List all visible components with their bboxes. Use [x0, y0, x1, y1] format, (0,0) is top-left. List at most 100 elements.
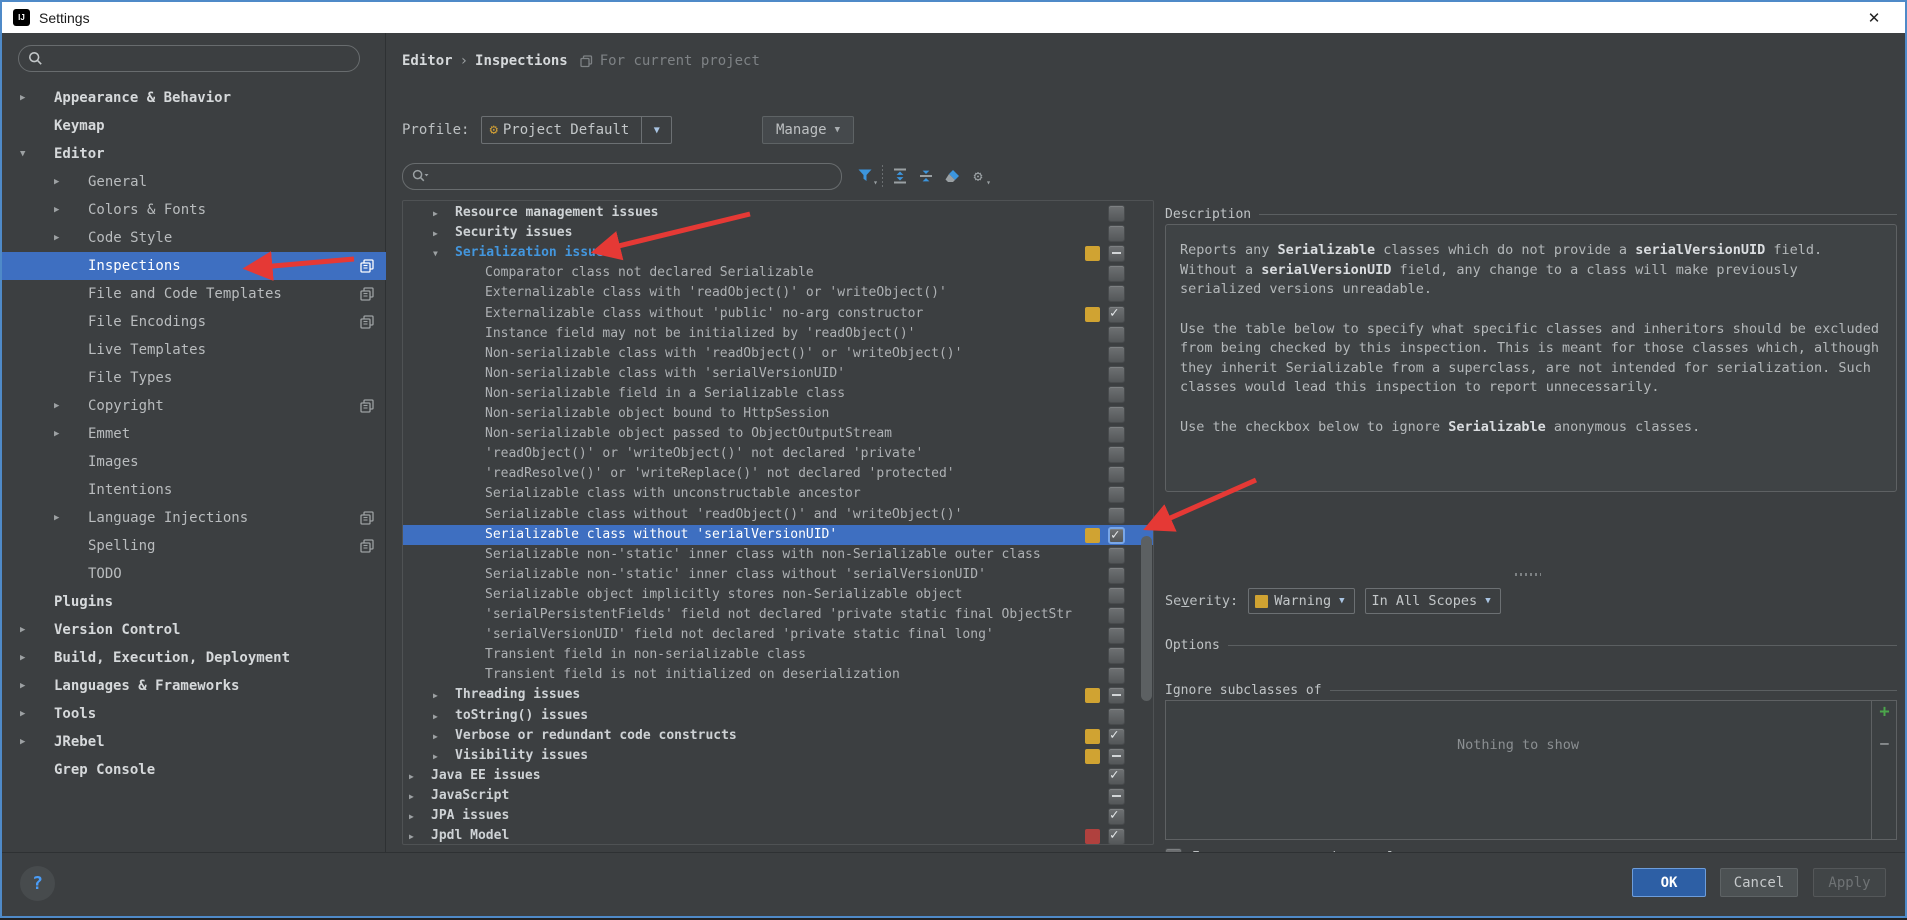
inspection-checkbox[interactable]: ✓ [1108, 306, 1125, 323]
gear-icon[interactable]: ⚙ ▾ [965, 164, 991, 188]
inspection-row-non-serializable-object-passed-to-objectoutputst[interactable]: Non-serializable object passed to Object… [403, 424, 1154, 444]
inspection-row-serializable-non-static-inner-class-with-non-ser[interactable]: Serializable non-'static' inner class wi… [403, 545, 1154, 565]
inspection-checkbox[interactable] [1108, 285, 1125, 302]
inspection-checkbox[interactable] [1108, 687, 1125, 704]
inspection-checkbox[interactable] [1108, 788, 1125, 805]
inspection-row-jpdl-model[interactable]: ▶Jpdl Model✓ [403, 826, 1154, 845]
remove-icon[interactable]: − [1876, 737, 1893, 754]
inspection-row-readresolve-or-writereplace-not-declared-protect[interactable]: 'readResolve()' or 'writeReplace()' not … [403, 464, 1154, 484]
inspection-row-java-ee-issues[interactable]: ▶Java EE issues✓ [403, 766, 1154, 786]
chevron-collapsed-icon[interactable]: ▶ [433, 691, 438, 700]
inspection-checkbox[interactable]: ✓ [1108, 527, 1125, 544]
chevron-collapsed-icon[interactable]: ▶ [20, 625, 25, 635]
close-icon[interactable]: ✕ [1857, 2, 1891, 33]
sidebar-item-plugins[interactable]: Plugins [2, 588, 386, 616]
inspection-checkbox[interactable]: ✓ [1108, 808, 1125, 825]
sidebar-item-language-injections[interactable]: ▶Language Injections [2, 504, 386, 532]
inspection-checkbox[interactable] [1108, 265, 1125, 282]
help-icon[interactable]: ? [20, 866, 55, 901]
sidebar-item-appearance-behavior[interactable]: ▶Appearance & Behavior [2, 84, 386, 112]
chevron-collapsed-icon[interactable]: ▶ [20, 93, 25, 103]
chevron-expanded-icon[interactable]: ▼ [433, 249, 438, 258]
inspection-checkbox[interactable]: ✓ [1108, 728, 1125, 745]
inspection-checkbox[interactable] [1108, 346, 1125, 363]
sidebar-item-emmet[interactable]: ▶Emmet [2, 420, 386, 448]
sidebar-item-inspections[interactable]: Inspections [2, 252, 386, 280]
tree-scrollbar[interactable] [1140, 201, 1153, 844]
inspection-row-externalizable-class-without-public-no-arg-const[interactable]: Externalizable class without 'public' no… [403, 304, 1154, 324]
chevron-collapsed-icon[interactable]: ▶ [433, 209, 438, 218]
inspection-checkbox[interactable] [1108, 486, 1125, 503]
tree-scrollbar-thumb[interactable] [1141, 536, 1152, 701]
chevron-collapsed-icon[interactable]: ▶ [54, 429, 59, 439]
inspection-row-visibility-issues[interactable]: ▶Visibility issues [403, 746, 1154, 766]
inspection-checkbox[interactable] [1108, 507, 1125, 524]
inspection-checkbox[interactable] [1108, 647, 1125, 664]
inspection-checkbox[interactable] [1108, 326, 1125, 343]
chevron-collapsed-icon[interactable]: ▶ [433, 712, 438, 721]
chevron-collapsed-icon[interactable]: ▶ [409, 812, 414, 821]
inspection-checkbox[interactable] [1108, 748, 1125, 765]
chevron-collapsed-icon[interactable]: ▶ [433, 229, 438, 238]
inspection-checkbox[interactable] [1108, 567, 1125, 584]
sidebar-item-colors-fonts[interactable]: ▶Colors & Fonts [2, 196, 386, 224]
ignore-subclasses-list[interactable]: Nothing to show + − [1165, 700, 1897, 840]
sidebar-item-images[interactable]: Images [2, 448, 386, 476]
inspection-row-serialization-issues[interactable]: ▼Serialization issues [403, 243, 1154, 263]
sidebar-item-tools[interactable]: ▶Tools [2, 700, 386, 728]
inspection-row-resource-management-issues[interactable]: ▶Resource management issues [403, 203, 1154, 223]
chevron-expanded-icon[interactable]: ▼ [20, 149, 25, 159]
sidebar-item-live-templates[interactable]: Live Templates [2, 336, 386, 364]
inspection-checkbox[interactable] [1108, 386, 1125, 403]
filter-funnel-icon[interactable]: ▾ [852, 164, 878, 188]
sidebar-search-input[interactable] [18, 45, 360, 72]
inspection-row-comparator-class-not-declared-serializable[interactable]: Comparator class not declared Serializab… [403, 263, 1154, 283]
inspection-row-jpa-issues[interactable]: ▶JPA issues✓ [403, 806, 1154, 826]
chevron-collapsed-icon[interactable]: ▶ [20, 737, 25, 747]
inspection-row-instance-field-may-not-be-initialized-by-readobj[interactable]: Instance field may not be initialized by… [403, 324, 1154, 344]
inspection-checkbox[interactable] [1108, 366, 1125, 383]
chevron-down-icon[interactable]: ▼ [641, 117, 671, 143]
inspection-checkbox[interactable] [1108, 205, 1125, 222]
inspection-row-externalizable-class-with-readobject-or-writeobj[interactable]: Externalizable class with 'readObject()'… [403, 283, 1154, 303]
chevron-collapsed-icon[interactable]: ▶ [433, 752, 438, 761]
reset-eraser-icon[interactable] [939, 164, 965, 188]
inspection-row-threading-issues[interactable]: ▶Threading issues [403, 685, 1154, 705]
inspection-checkbox[interactable] [1108, 547, 1125, 564]
inspection-row-non-serializable-class-with-serialversionuid[interactable]: Non-serializable class with 'serialVersi… [403, 364, 1154, 384]
chevron-collapsed-icon[interactable]: ▶ [54, 205, 59, 215]
chevron-collapsed-icon[interactable]: ▶ [20, 653, 25, 663]
inspection-row-serialpersistentfields-field-not-declared-privat[interactable]: 'serialPersistentFields' field not decla… [403, 605, 1154, 625]
inspection-checkbox[interactable] [1108, 587, 1125, 604]
sidebar-item-code-style[interactable]: ▶Code Style [2, 224, 386, 252]
inspection-checkbox[interactable] [1108, 406, 1125, 423]
chevron-collapsed-icon[interactable]: ▶ [54, 513, 59, 523]
ok-button[interactable]: OK [1632, 868, 1706, 897]
inspection-row-non-serializable-object-bound-to-httpsession[interactable]: Non-serializable object bound to HttpSes… [403, 404, 1154, 424]
sidebar-item-todo[interactable]: TODO [2, 560, 386, 588]
inspection-row-serializable-object-implicitly-stores-non-serial[interactable]: Serializable object implicitly stores no… [403, 585, 1154, 605]
sidebar-item-file-types[interactable]: File Types [2, 364, 386, 392]
chevron-collapsed-icon[interactable]: ▶ [20, 709, 25, 719]
cancel-button[interactable]: Cancel [1720, 868, 1798, 897]
inspection-checkbox[interactable] [1108, 667, 1125, 684]
inspection-row-tostring-issues[interactable]: ▶toString() issues [403, 706, 1154, 726]
apply-button[interactable]: Apply [1813, 868, 1886, 897]
inspection-checkbox[interactable]: ✓ [1108, 768, 1125, 785]
sidebar-item-file-encodings[interactable]: File Encodings [2, 308, 386, 336]
manage-button[interactable]: Manage▼ [762, 116, 854, 144]
severity-select[interactable]: Warning ▼ [1248, 588, 1354, 614]
inspection-checkbox[interactable] [1108, 225, 1125, 242]
inspection-row-non-serializable-class-with-readobject-or-writeo[interactable]: Non-serializable class with 'readObject(… [403, 344, 1154, 364]
expand-all-icon[interactable] [887, 164, 913, 188]
inspection-row-transient-field-is-not-initialized-on-deserializ[interactable]: Transient field is not initialized on de… [403, 665, 1154, 685]
sidebar-item-general[interactable]: ▶General [2, 168, 386, 196]
add-icon[interactable]: + [1876, 705, 1893, 722]
inspection-row-serializable-class-without-serialversionuid[interactable]: Serializable class without 'serialVersio… [403, 525, 1154, 545]
inspection-checkbox[interactable] [1108, 245, 1125, 262]
inspection-checkbox[interactable]: ✓ [1108, 828, 1125, 845]
inspection-row-serializable-class-with-unconstructable-ancestor[interactable]: Serializable class with unconstructable … [403, 484, 1154, 504]
inspection-row-javascript[interactable]: ▶JavaScript [403, 786, 1154, 806]
chevron-collapsed-icon[interactable]: ▶ [20, 681, 25, 691]
inspection-checkbox[interactable] [1108, 446, 1125, 463]
